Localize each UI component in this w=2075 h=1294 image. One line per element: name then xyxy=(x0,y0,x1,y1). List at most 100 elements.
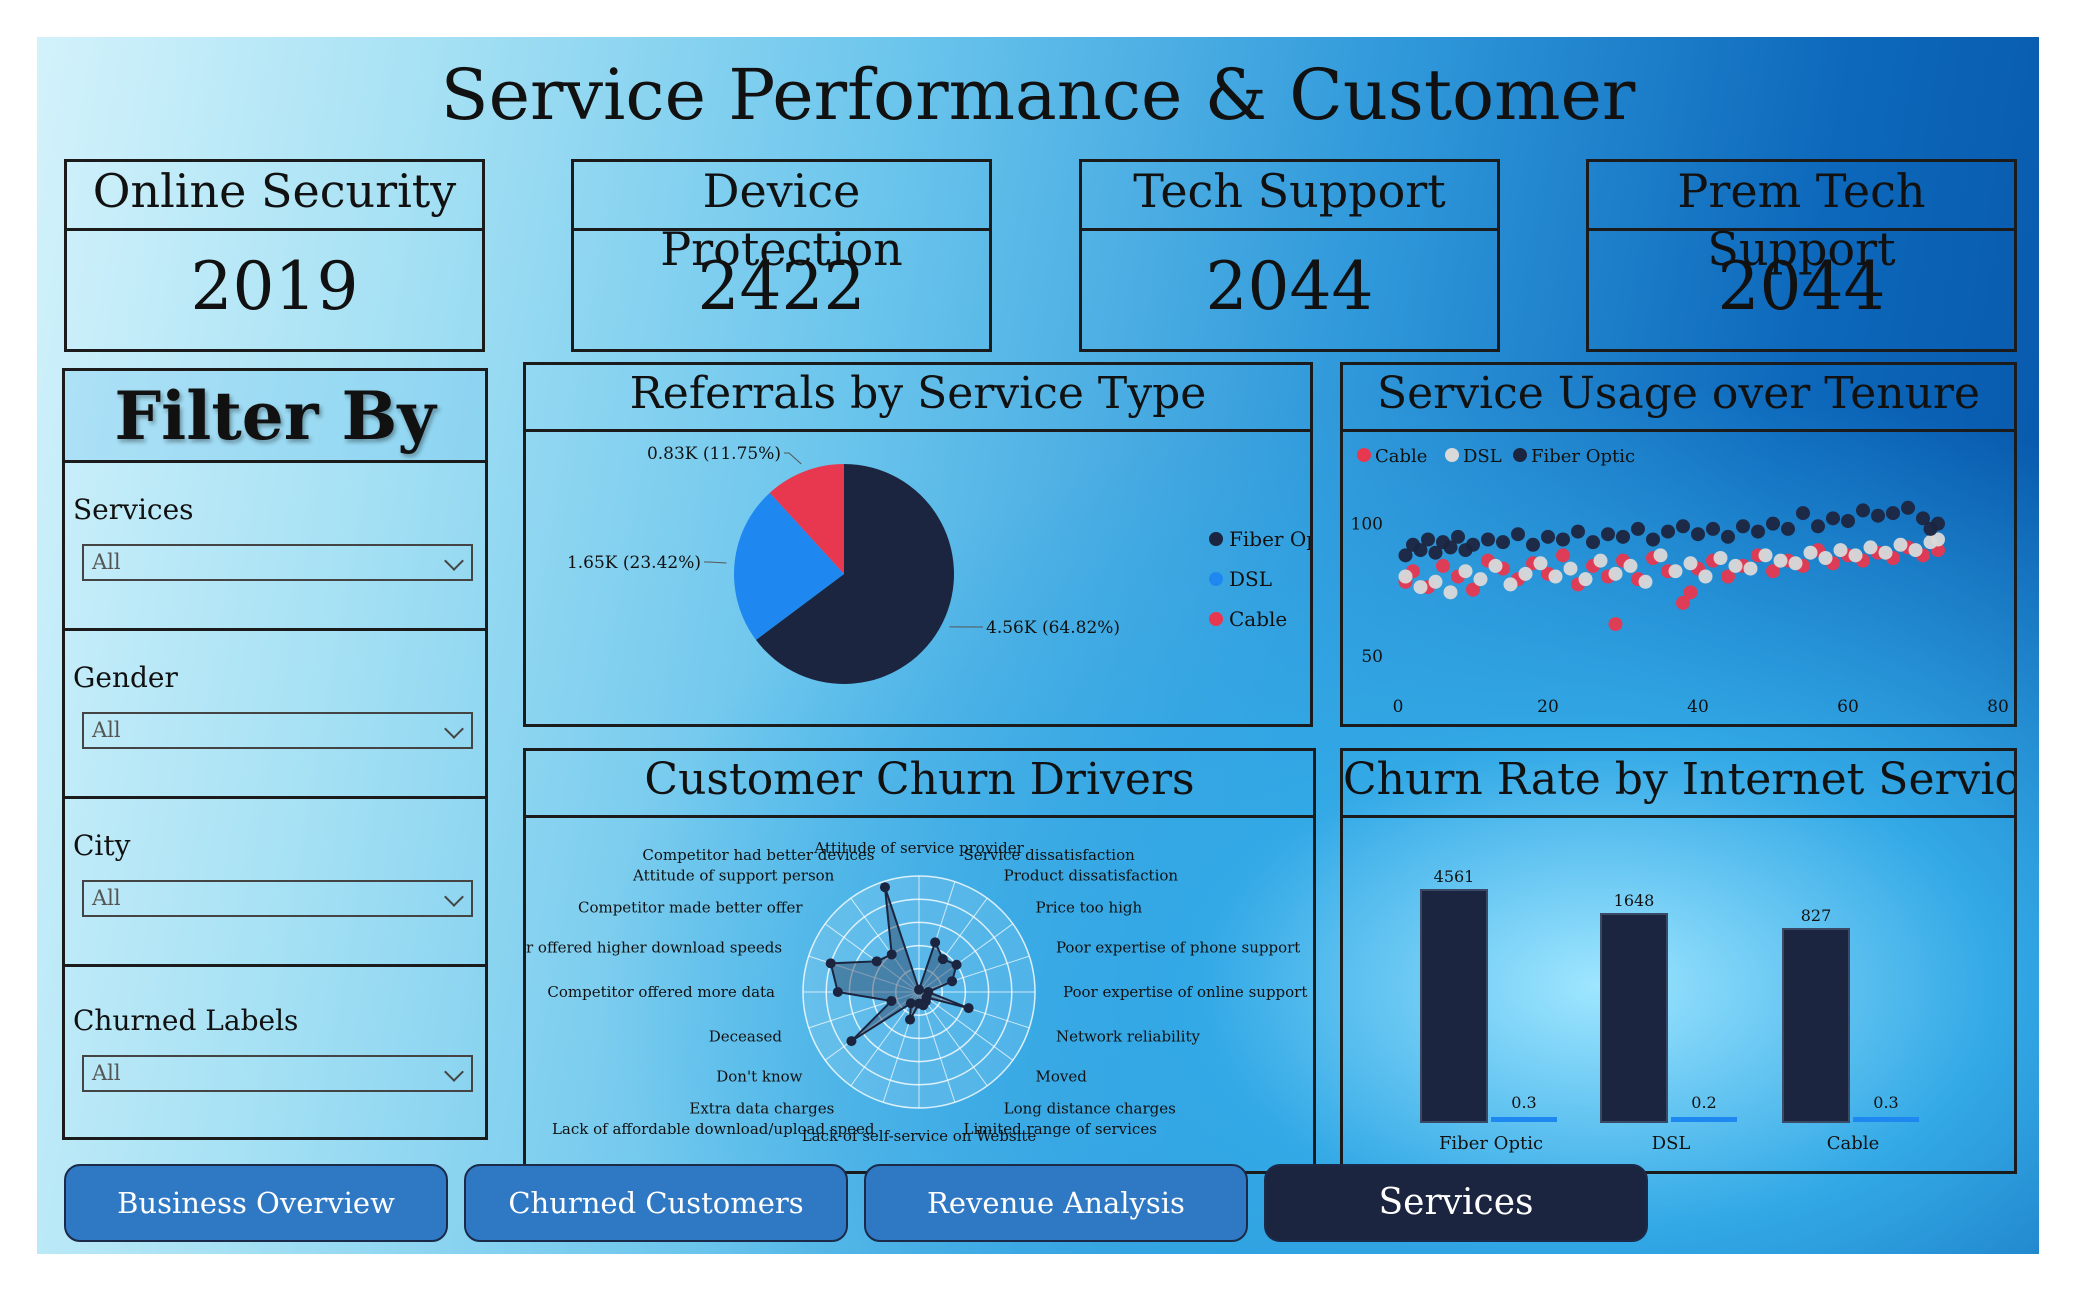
nav-services-performance[interactable]: Services Performance xyxy=(1264,1164,1648,1242)
churn-drivers-panel: Customer Churn Drivers Attitude of servi… xyxy=(523,748,1316,1174)
scatter-point xyxy=(1571,524,1585,539)
filter-city: City All xyxy=(62,799,488,967)
x-category-label: Cable xyxy=(1827,1133,1879,1154)
pie-data-label: 0.83K (11.75%) xyxy=(647,444,781,464)
bar-count xyxy=(1420,889,1488,1123)
scatter-point xyxy=(1638,574,1653,589)
x-tick-label: 60 xyxy=(1837,697,1859,717)
scatter-point xyxy=(1511,527,1525,542)
bar-churn-rate xyxy=(1853,1117,1919,1122)
scatter-point xyxy=(1413,580,1428,595)
scatter-point xyxy=(1698,569,1713,584)
filter-label: City xyxy=(73,829,131,862)
nav-business-overview[interactable]: Business Overview xyxy=(64,1164,448,1242)
kpi-value: 2422 xyxy=(571,231,992,352)
bar-churn-rate xyxy=(1491,1117,1557,1122)
radar-point xyxy=(886,949,897,960)
churned-labels-dropdown[interactable]: All xyxy=(82,1055,473,1092)
chevron-down-icon xyxy=(444,887,464,907)
dropdown-value: All xyxy=(92,718,121,742)
scatter-point xyxy=(1466,537,1480,552)
scatter-point xyxy=(1481,532,1495,547)
kpi-card-online-security: Online Security 2019 xyxy=(64,159,485,352)
scatter-point xyxy=(1901,500,1915,515)
radar-axis-label: Attitude of support person xyxy=(632,867,835,885)
churn-rate-bar-chart: 4561 0.3 Fiber Optic 1648 0.2 DSL 827 0.3 Cable xyxy=(1420,867,1919,1154)
radar-point xyxy=(947,976,958,987)
legend-label: Fiber Optic xyxy=(1531,446,1635,467)
scatter-point xyxy=(1398,569,1413,584)
scatter-point xyxy=(1421,532,1435,547)
scatter-point xyxy=(1623,558,1638,573)
scatter-point xyxy=(1601,527,1615,542)
legend-label: Fiber Optic xyxy=(1229,527,1310,551)
panel-title: Service Usage over Tenure xyxy=(1343,365,2014,432)
scatter-point xyxy=(1871,508,1885,523)
scatter-point xyxy=(1781,521,1795,536)
scatter-point xyxy=(1533,556,1548,571)
gender-dropdown[interactable]: All xyxy=(82,712,473,749)
scatter-point xyxy=(1608,566,1623,581)
scatter-point xyxy=(1796,506,1810,521)
pie-leader-line xyxy=(704,561,727,564)
chevron-down-icon xyxy=(444,719,464,739)
radar-axis-label: Moved xyxy=(1035,1068,1087,1086)
scatter-point xyxy=(1556,532,1570,547)
x-tick-label: 0 xyxy=(1393,697,1404,717)
radar-axis-label: Product dissatisfaction xyxy=(1004,867,1179,885)
scatter-point xyxy=(1721,529,1735,544)
bar-churn-rate xyxy=(1671,1117,1737,1122)
radar-axis-label: Competitor offered more data xyxy=(547,983,775,1001)
bar-data-label: 0.3 xyxy=(1873,1093,1898,1112)
scatter-point xyxy=(1646,532,1660,547)
dropdown-value: All xyxy=(92,1061,121,1085)
scatter-point xyxy=(1886,506,1900,521)
radar-point xyxy=(825,958,836,969)
legend-marker xyxy=(1209,612,1223,626)
x-category-label: Fiber Optic xyxy=(1439,1133,1543,1154)
dashboard-canvas: Service Performance & Customer Online Se… xyxy=(37,37,2039,1254)
scatter-point xyxy=(1743,561,1758,576)
services-dropdown[interactable]: All xyxy=(82,544,473,581)
scatter-point xyxy=(1563,561,1578,576)
scatter-point xyxy=(1586,535,1600,550)
pie-data-label: 1.65K (23.42%) xyxy=(567,553,701,573)
churn-rate-panel: Churn Rate by Internet Service 4561 0.3 Fi… xyxy=(1340,748,2017,1174)
dropdown-value: All xyxy=(92,886,121,910)
radar-axis-label: Competitor offered higher download speed… xyxy=(526,939,782,957)
legend-label: Cable xyxy=(1229,607,1287,631)
bar-data-label: 4561 xyxy=(1434,867,1475,886)
x-tick-label: 40 xyxy=(1687,697,1709,717)
radar-axis-label: Don't know xyxy=(716,1068,802,1086)
nav-revenue-analysis[interactable]: Revenue Analysis xyxy=(864,1164,1248,1242)
scatter-point xyxy=(1503,577,1518,592)
nav-churned-customers[interactable]: Churned Customers xyxy=(464,1164,848,1242)
bar-count xyxy=(1600,913,1668,1123)
radar-axis-label: Deceased xyxy=(709,1027,783,1045)
scatter-point xyxy=(1616,529,1630,544)
radar-point xyxy=(905,1014,916,1025)
filter-services: Services All xyxy=(62,463,488,631)
y-tick-label: 100 xyxy=(1351,515,1383,535)
referrals-panel: Referrals by Service Type 4.56K (64.82%)… xyxy=(523,362,1313,727)
scatter-point xyxy=(1826,511,1840,526)
kpi-value: 2044 xyxy=(1079,231,1500,352)
kpi-label: Online Security xyxy=(64,159,485,231)
scatter-point xyxy=(1788,556,1803,571)
city-dropdown[interactable]: All xyxy=(82,880,473,917)
scatter-point xyxy=(1863,540,1878,555)
radar-point xyxy=(879,882,890,893)
radar-point xyxy=(963,1003,974,1014)
scatter-point xyxy=(1773,553,1788,568)
scatter-point xyxy=(1878,545,1893,560)
scatter-point xyxy=(1548,569,1563,584)
scatter-point xyxy=(1443,585,1458,600)
scatter-point xyxy=(1728,558,1743,573)
scatter-point xyxy=(1848,548,1863,563)
scatter-point xyxy=(1458,564,1473,579)
legend-label: DSL xyxy=(1463,446,1502,467)
scatter-point xyxy=(1428,574,1443,589)
pie-data-label: 4.56K (64.82%) xyxy=(986,618,1120,638)
scatter-point xyxy=(1683,585,1698,600)
scatter-point xyxy=(1473,572,1488,587)
